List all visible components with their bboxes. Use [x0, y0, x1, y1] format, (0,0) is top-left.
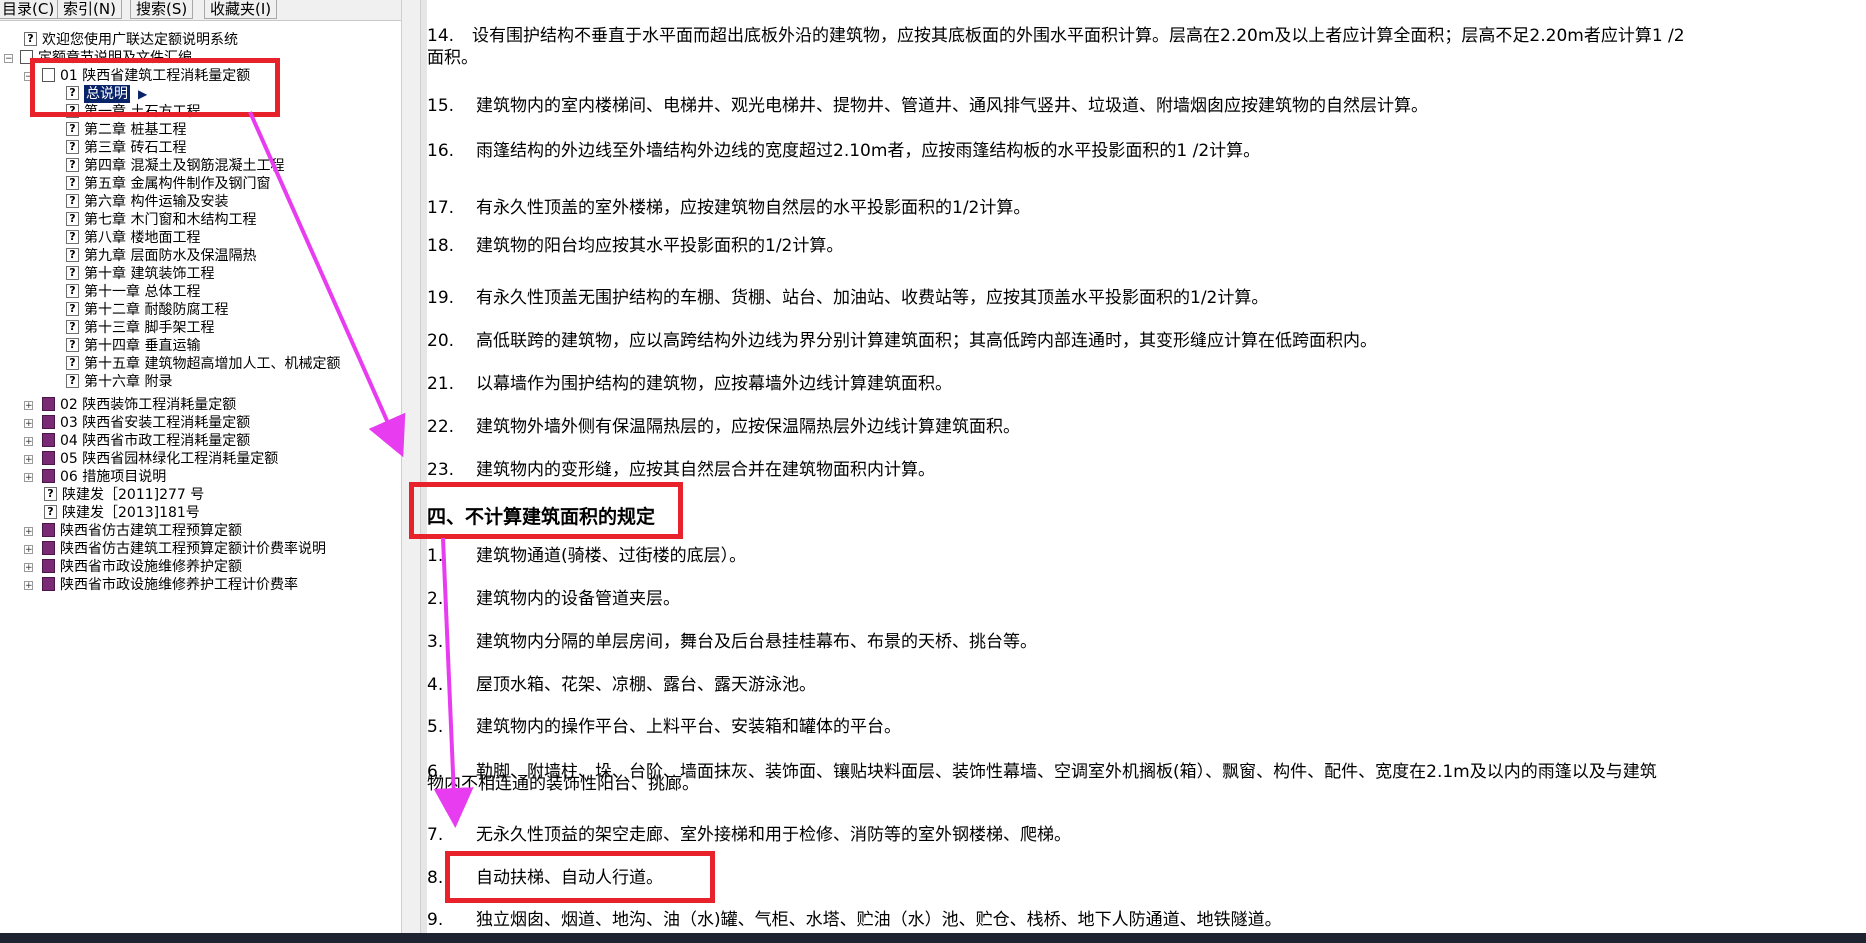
help-page-icon: ?	[66, 212, 79, 226]
help-page-icon: ?	[44, 505, 57, 519]
expand-icon[interactable]: +	[24, 581, 33, 591]
taskbar-strip	[0, 933, 1866, 943]
content-pane: 14. 设有围护结构不垂直于水平面而超出底板外沿的建筑物，应按其底板面的外围水平…	[427, 0, 1866, 933]
collapse-icon[interactable]: −	[24, 72, 33, 82]
help-page-icon: ?	[24, 32, 37, 46]
book-icon	[42, 433, 55, 447]
help-page-icon: ?	[66, 338, 79, 352]
tab-contents[interactable]: 目录(C)	[0, 0, 61, 19]
tab-search[interactable]: 搜索(S)	[130, 0, 194, 19]
toc-panel: 目录(C) 索引(N) 搜索(S) 收藏夹(I) ? 欢迎您使用广联达定额说明系…	[0, 0, 402, 933]
book-icon	[42, 523, 55, 537]
help-page-icon: ?	[66, 266, 79, 280]
book-icon	[42, 469, 55, 483]
book-icon	[42, 415, 55, 429]
help-page-icon: ?	[66, 284, 79, 298]
caret-right-icon: ▶	[138, 87, 148, 101]
help-page-icon: ?	[66, 356, 79, 370]
help-page-icon: ?	[66, 158, 79, 172]
book-icon	[42, 541, 55, 555]
help-page-icon: ?	[66, 320, 79, 334]
collapse-icon[interactable]: −	[4, 54, 13, 64]
help-page-icon: ?	[66, 374, 79, 388]
expand-icon[interactable]: +	[24, 545, 33, 555]
expand-icon[interactable]: +	[24, 563, 33, 573]
help-page-icon: ?	[66, 248, 79, 262]
help-page-icon: ?	[66, 230, 79, 244]
expand-icon[interactable]: +	[24, 473, 33, 483]
book-icon	[42, 397, 55, 411]
paragraph-14-continued: 面积。	[427, 48, 478, 68]
rule-6-continued: 物内不相连通的装饰性阳台、挑廊。	[427, 774, 699, 794]
tab-bar: 目录(C) 索引(N) 搜索(S) 收藏夹(I)	[0, 0, 401, 21]
help-page-icon: ?	[66, 140, 79, 154]
open-book-icon	[42, 68, 55, 82]
help-page-icon: ?	[66, 176, 79, 190]
expand-icon[interactable]: +	[24, 437, 33, 447]
help-page-icon: ?	[44, 487, 57, 501]
expand-icon[interactable]: +	[24, 401, 33, 411]
section-heading: 四、不计算建筑面积的规定	[427, 506, 656, 528]
toc-scrollbar[interactable]	[401, 0, 421, 933]
help-page-icon: ?	[66, 86, 79, 100]
help-page-icon: ?	[66, 302, 79, 316]
expand-icon[interactable]: +	[24, 419, 33, 429]
tab-favorites[interactable]: 收藏夹(I)	[204, 0, 278, 19]
book-icon	[42, 559, 55, 573]
help-page-icon: ?	[66, 122, 79, 136]
book-icon	[42, 577, 55, 591]
help-page-icon: ?	[66, 104, 79, 118]
open-book-icon	[20, 50, 33, 64]
expand-icon[interactable]: +	[24, 455, 33, 465]
help-page-icon: ?	[66, 194, 79, 208]
expand-icon[interactable]: +	[24, 527, 33, 537]
selected-item-label: 总说明	[84, 85, 130, 103]
book-icon	[42, 451, 55, 465]
tab-index[interactable]: 索引(N)	[57, 0, 122, 19]
